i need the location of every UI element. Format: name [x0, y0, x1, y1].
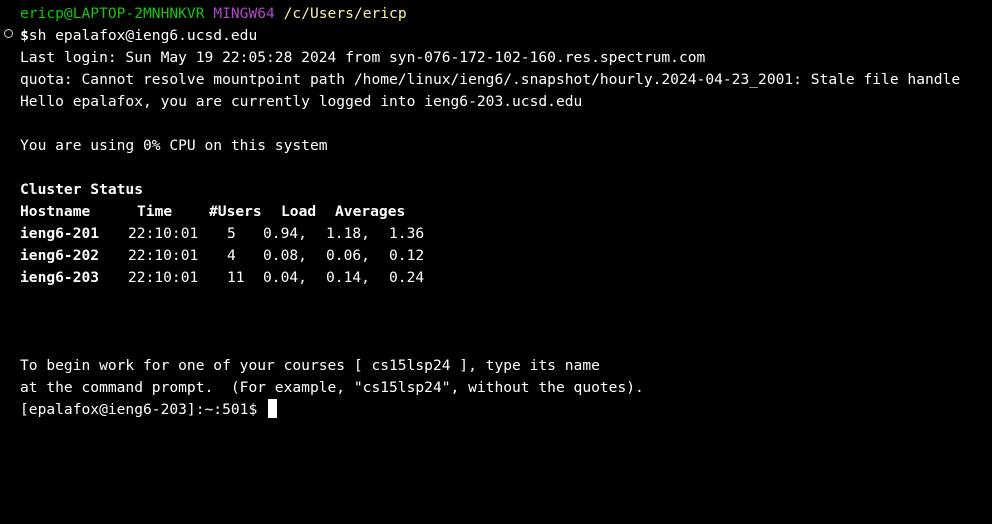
row-avg2: 0.06,	[326, 247, 370, 264]
cluster-table-header: Hostname Time #Users Load Averages	[20, 201, 990, 223]
row-hostname: ieng6-201	[20, 225, 100, 242]
command-text: ssh epalafox@ieng6.ucsd.edu	[20, 27, 258, 44]
row-hostname: ieng6-202	[20, 247, 100, 264]
shell-name: MINGW64	[213, 5, 275, 22]
instruction-line-2: at the command prompt. (For example, "cs…	[20, 379, 644, 396]
row-users: 4	[227, 247, 236, 264]
quota-line: quota: Cannot resolve mountpoint path /h…	[20, 71, 961, 88]
header-load: Load	[281, 203, 317, 220]
instruction-line-1: To begin work for one of your courses [ …	[20, 357, 600, 374]
row-avg1: 0.04,	[263, 269, 307, 286]
current-path: /c/Users/ericp	[283, 5, 407, 22]
header-users: #Users	[209, 203, 262, 220]
row-avg1: 0.08,	[263, 247, 307, 264]
header-averages: Averages	[335, 203, 406, 220]
local-prompt-line: ericp@LAPTOP-2MNHNKVR MINGW64 /c/Users/e…	[20, 3, 990, 25]
cpu-line: You are using 0% CPU on this system	[20, 137, 328, 154]
remote-prompt: [epalafox@ieng6-203]:~:501$	[20, 401, 258, 418]
row-time: 22:10:01	[128, 247, 199, 264]
row-avg3: 1.36	[389, 225, 425, 242]
table-row: ieng6-203 22:10:01 11 0.04, 0.14, 0.24	[20, 267, 990, 289]
text-cursor[interactable]	[268, 399, 278, 418]
remote-prompt-line[interactable]: [epalafox@ieng6-203]:~:501$	[20, 399, 990, 421]
row-avg1: 0.94,	[263, 225, 307, 242]
row-time: 22:10:01	[128, 269, 199, 286]
command-line: $ ssh epalafox@ieng6.ucsd.edu	[0, 25, 990, 47]
row-avg3: 0.24	[389, 269, 425, 286]
row-users: 5	[227, 225, 236, 242]
header-time: Time	[137, 203, 173, 220]
hello-line: Hello epalafox, you are currently logged…	[20, 93, 583, 110]
row-users: 11	[227, 269, 245, 286]
last-login-line: Last login: Sun May 19 22:05:28 2024 fro…	[20, 49, 706, 66]
row-time: 22:10:01	[128, 225, 199, 242]
header-hostname: Hostname	[20, 203, 91, 220]
row-hostname: ieng6-203	[20, 269, 100, 286]
table-row: ieng6-201 22:10:01 5 0.94, 1.18, 1.36	[20, 223, 990, 245]
cluster-status-title: Cluster Status	[20, 181, 144, 198]
table-row: ieng6-202 22:10:01 4 0.08, 0.06, 0.12	[20, 245, 990, 267]
row-avg2: 0.14,	[326, 269, 370, 286]
user-host: ericp@LAPTOP-2MNHNKVR	[20, 5, 205, 22]
terminal-output[interactable]: ericp@LAPTOP-2MNHNKVR MINGW64 /c/Users/e…	[20, 3, 990, 421]
row-avg3: 0.12	[389, 247, 425, 264]
prompt-symbol: $	[20, 27, 29, 44]
row-avg2: 1.18,	[326, 225, 370, 242]
